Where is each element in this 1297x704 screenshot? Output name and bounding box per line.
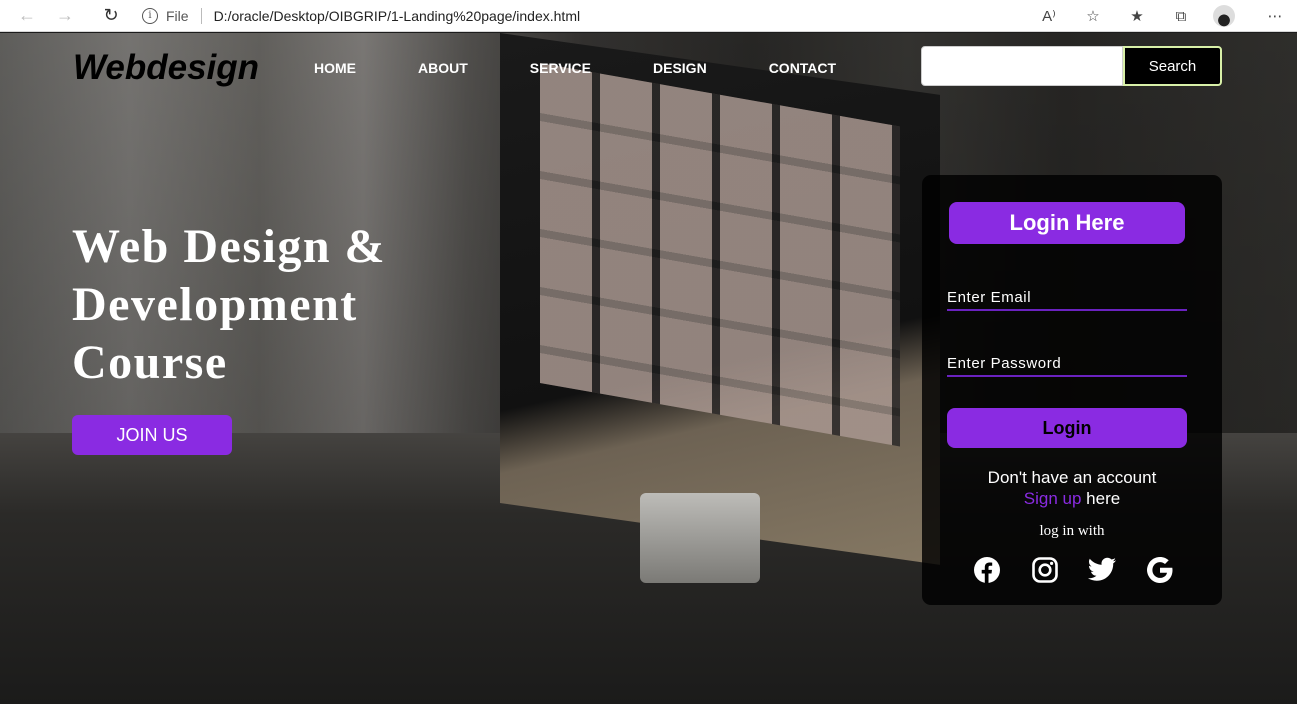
- google-icon[interactable]: [1145, 555, 1175, 585]
- address-divider: [200, 7, 202, 24]
- hero-title: Web Design & Development Course: [72, 220, 387, 389]
- nav-service[interactable]: SERVICE: [530, 60, 591, 76]
- signup-line: Sign up here: [922, 488, 1222, 509]
- back-icon[interactable]: ←: [10, 2, 44, 30]
- login-with-label: log in with: [1039, 523, 1105, 539]
- address-bar[interactable]: i File D:/oracle/Desktop/OIBGRIP/1-Landi…: [142, 1, 1022, 30]
- more-icon[interactable]: ⋯: [1265, 6, 1285, 26]
- read-aloud-icon[interactable]: A⁾: [1039, 6, 1059, 26]
- nav-about[interactable]: ABOUT: [418, 60, 468, 76]
- social-icons: [972, 555, 1175, 587]
- signup-text: Don't have an account Sign up here: [922, 467, 1222, 509]
- login-panel: Login Here Login Don't have an account S…: [922, 175, 1222, 605]
- login-title: Login Here: [949, 202, 1185, 244]
- signup-suffix: here: [1081, 489, 1121, 508]
- main-menu: HOME ABOUT SERVICE DESIGN CONTACT: [314, 60, 898, 76]
- url-text[interactable]: D:/oracle/Desktop/OIBGRIP/1-Landing%20pa…: [214, 8, 581, 24]
- forward-icon[interactable]: →: [48, 2, 82, 30]
- twitter-icon[interactable]: [1087, 555, 1117, 585]
- facebook-icon[interactable]: [972, 555, 1002, 585]
- nav-design[interactable]: DESIGN: [653, 60, 707, 76]
- collections-icon[interactable]: ⧉: [1171, 6, 1191, 26]
- file-label: File: [166, 7, 189, 24]
- instagram-icon[interactable]: [1030, 555, 1060, 585]
- site-logo[interactable]: Webdesign: [73, 48, 259, 88]
- add-favorite-icon[interactable]: ☆: [1083, 6, 1103, 26]
- join-us-button[interactable]: JOIN US: [72, 415, 232, 455]
- info-icon[interactable]: i: [142, 7, 158, 24]
- search-button[interactable]: Search: [1123, 46, 1222, 86]
- refresh-icon[interactable]: ↻: [94, 2, 128, 30]
- background-screen: [540, 63, 900, 447]
- browser-actions: A⁾ ☆ ★ ⧉ ⋯: [1027, 0, 1297, 32]
- background-stand: [640, 493, 760, 583]
- signup-prompt: Don't have an account: [987, 468, 1157, 487]
- email-field[interactable]: [947, 285, 1187, 311]
- favorites-icon[interactable]: ★: [1127, 6, 1147, 26]
- password-field[interactable]: [947, 351, 1187, 377]
- login-button[interactable]: Login: [947, 408, 1187, 448]
- search-bar: Search: [921, 46, 1222, 86]
- search-input[interactable]: [921, 46, 1123, 86]
- nav-home[interactable]: HOME: [314, 60, 356, 76]
- nav-contact[interactable]: CONTACT: [769, 60, 836, 76]
- landing-page: Webdesign HOME ABOUT SERVICE DESIGN CONT…: [0, 33, 1297, 704]
- signup-link[interactable]: Sign up: [1024, 489, 1082, 508]
- browser-toolbar: ← → ↻ i File D:/oracle/Desktop/OIBGRIP/1…: [0, 0, 1297, 32]
- profile-avatar[interactable]: [1213, 5, 1235, 27]
